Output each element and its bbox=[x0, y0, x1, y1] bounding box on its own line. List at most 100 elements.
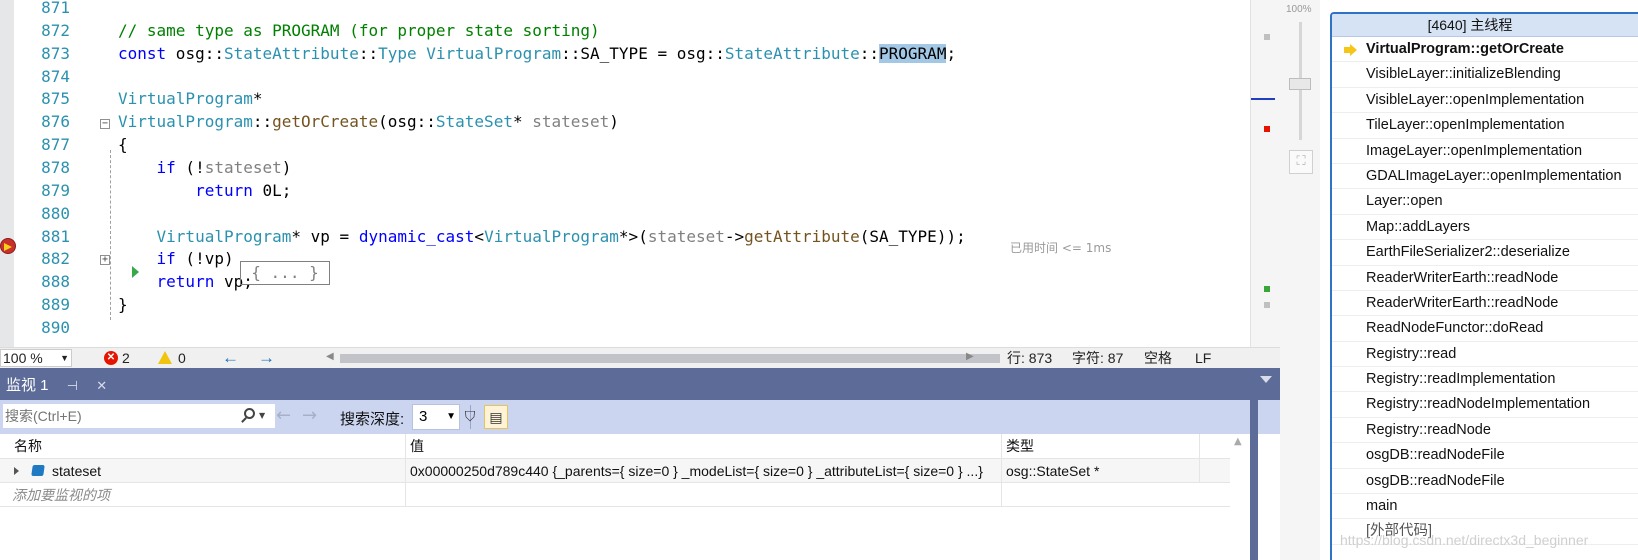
collapsed-block[interactable]: { ... } bbox=[240, 261, 330, 285]
line-ending-indicator[interactable]: LF bbox=[1195, 350, 1211, 367]
line-number[interactable]: 876 bbox=[14, 110, 70, 134]
stack-frame-label: Registry::readNodeImplementation bbox=[1366, 396, 1591, 413]
editor-horizontal-scrollbar[interactable]: ◀ ▶ bbox=[326, 351, 1016, 363]
search-icon[interactable] bbox=[244, 408, 255, 419]
stack-frame[interactable]: GDALImageLayer::openImplementation bbox=[1332, 164, 1638, 190]
line-number[interactable]: 877 bbox=[14, 133, 70, 157]
navigate-back-icon[interactable]: ← bbox=[222, 348, 239, 368]
line-number[interactable]: 875 bbox=[14, 87, 70, 111]
line-number[interactable]: 874 bbox=[14, 65, 70, 89]
stack-frame[interactable]: Layer::open bbox=[1332, 189, 1638, 215]
column-header-value[interactable]: 值 bbox=[406, 434, 1002, 459]
line-indicator[interactable]: 行: 873 bbox=[1007, 350, 1052, 367]
code-line[interactable]: return 0L; bbox=[118, 179, 291, 203]
warning-count[interactable]: 0 bbox=[178, 350, 186, 367]
add-watch-placeholder[interactable]: 添加要监视的项 bbox=[8, 483, 406, 507]
watch-row[interactable]: stateset 0x00000250d789c440 {_parents={ … bbox=[0, 459, 1230, 483]
window-menu-icon[interactable] bbox=[1260, 376, 1272, 383]
column-header-type[interactable]: 类型 bbox=[1002, 434, 1200, 459]
stack-frame[interactable]: osgDB::readNodeFile bbox=[1332, 469, 1638, 495]
line-number[interactable]: 879 bbox=[14, 179, 70, 203]
code-token: VirtualProgram bbox=[484, 226, 619, 246]
stack-frame[interactable]: osgDB::readNodeFile bbox=[1332, 443, 1638, 469]
stack-frame[interactable]: VisibleLayer::openImplementation bbox=[1332, 88, 1638, 114]
search-forward-icon[interactable]: → bbox=[302, 405, 317, 427]
grid-vertical-scrollbar[interactable]: ▲ bbox=[1230, 434, 1250, 560]
code-token: ) bbox=[609, 112, 619, 132]
code-line[interactable]: } bbox=[118, 293, 128, 317]
scrollbar-thumb[interactable] bbox=[340, 354, 1000, 363]
indent-indicator[interactable]: 空格 bbox=[1144, 350, 1172, 367]
chevron-down-icon[interactable]: ▼ bbox=[259, 411, 265, 420]
thread-title[interactable]: [4640] 主线程 bbox=[1332, 14, 1638, 37]
code-line[interactable]: if (!stateset) bbox=[118, 156, 292, 180]
fit-to-view-icon[interactable]: ⛶ bbox=[1289, 150, 1313, 174]
expand-row-icon[interactable] bbox=[14, 467, 19, 475]
search-input[interactable] bbox=[2, 403, 276, 429]
stack-frame[interactable]: ImageLayer::openImplementation bbox=[1332, 139, 1638, 164]
search-depth-value: 3 bbox=[419, 408, 428, 425]
stack-frame-label: ImageLayer::openImplementation bbox=[1366, 142, 1583, 159]
stack-frame[interactable]: Map::addLayers bbox=[1332, 215, 1638, 241]
code-line[interactable]: VirtualProgram::getOrCreate(osg::StateSe… bbox=[118, 110, 619, 134]
code-line[interactable]: if (!vp) bbox=[118, 247, 234, 271]
zoom-select[interactable]: 100 % ▼ bbox=[0, 349, 72, 367]
scroll-left-icon[interactable]: ◀ bbox=[326, 351, 334, 362]
stack-frame[interactable]: ReaderWriterEarth::readNode bbox=[1332, 291, 1638, 317]
stack-frame[interactable]: Registry::read bbox=[1332, 342, 1638, 368]
line-number[interactable]: 880 bbox=[14, 202, 70, 226]
tab-watch-1[interactable]: 监视 1 ⊣ ✕ bbox=[0, 372, 113, 400]
close-icon[interactable]: ✕ bbox=[96, 378, 107, 393]
collapse-icon[interactable]: − bbox=[100, 119, 110, 129]
panel-splitter[interactable] bbox=[1250, 368, 1258, 560]
error-icon[interactable]: ✕ bbox=[104, 351, 118, 365]
line-number[interactable]: 888 bbox=[14, 270, 70, 294]
line-number[interactable]: 882 bbox=[14, 247, 70, 271]
code-line[interactable]: VirtualProgram* bbox=[118, 87, 263, 111]
code-line[interactable]: VirtualProgram* vp = dynamic_cast<Virtua… bbox=[118, 225, 966, 249]
watch-name[interactable]: stateset bbox=[48, 459, 406, 483]
line-number[interactable]: 890 bbox=[14, 316, 70, 340]
expand-icon[interactable]: + bbox=[100, 255, 110, 265]
search-back-icon[interactable]: ← bbox=[276, 405, 291, 427]
editor-vertical-scrollbar[interactable] bbox=[1250, 0, 1280, 347]
pin-icon[interactable]: ⊣ bbox=[67, 378, 78, 393]
watch-tab-bar: 监视 1 ⊣ ✕ bbox=[0, 368, 1280, 400]
stack-frame[interactable]: ReaderWriterEarth::readNode bbox=[1332, 266, 1638, 291]
code-line[interactable]: // same type as PROGRAM (for proper stat… bbox=[118, 19, 600, 43]
column-header-name[interactable]: 名称 bbox=[10, 434, 406, 459]
add-watch-row[interactable]: 添加要监视的项 bbox=[0, 483, 1230, 507]
column-indicator[interactable]: 字符: 87 bbox=[1072, 350, 1123, 367]
stack-frame[interactable]: ReadNodeFunctor::doRead bbox=[1332, 316, 1638, 342]
scroll-right-icon[interactable]: ▶ bbox=[966, 351, 974, 362]
tab-view-icon[interactable]: ▤ bbox=[484, 405, 508, 429]
scroll-up-icon[interactable]: ▲ bbox=[1234, 436, 1242, 447]
warning-icon[interactable] bbox=[158, 351, 172, 364]
navigate-forward-icon[interactable]: → bbox=[258, 348, 275, 368]
line-number[interactable]: 881 bbox=[14, 225, 70, 249]
code-line[interactable]: return vp; bbox=[118, 270, 253, 294]
code-line[interactable]: { bbox=[118, 133, 128, 157]
stack-frame[interactable]: TileLayer::openImplementation bbox=[1332, 113, 1638, 139]
stack-frame[interactable]: Registry::readImplementation bbox=[1332, 367, 1638, 393]
stack-frame[interactable]: Registry::readNode bbox=[1332, 418, 1638, 444]
watch-value[interactable]: 0x00000250d789c440 {_parents={ size=0 } … bbox=[406, 459, 1002, 483]
line-number[interactable]: 873 bbox=[14, 42, 70, 66]
current-stack-frame[interactable]: VirtualProgram::getOrCreate bbox=[1332, 37, 1638, 63]
line-number[interactable]: 889 bbox=[14, 293, 70, 317]
error-count[interactable]: 2 bbox=[122, 350, 130, 367]
code-editor[interactable]: − + 871 872 // same type as PROGRAM (for p… bbox=[0, 0, 1250, 347]
line-number[interactable]: 878 bbox=[14, 156, 70, 180]
line-number[interactable]: 871 bbox=[14, 0, 70, 20]
stack-frame[interactable]: VisibleLayer::initializeBlending bbox=[1332, 62, 1638, 88]
zoom-slider-thumb[interactable] bbox=[1289, 78, 1311, 90]
code-token: if bbox=[156, 249, 176, 269]
stack-frame[interactable]: main bbox=[1332, 494, 1638, 520]
search-depth-select[interactable]: 3 ▼ bbox=[412, 404, 460, 430]
filter-icon[interactable]: ⛉ bbox=[458, 405, 482, 429]
line-number[interactable]: 872 bbox=[14, 19, 70, 43]
breakpoint-margin[interactable] bbox=[0, 0, 14, 347]
stack-frame[interactable]: Registry::readNodeImplementation bbox=[1332, 392, 1638, 418]
code-line[interactable]: const osg::StateAttribute::Type VirtualP… bbox=[118, 42, 956, 66]
stack-frame[interactable]: EarthFileSerializer2::deserialize bbox=[1332, 240, 1638, 266]
